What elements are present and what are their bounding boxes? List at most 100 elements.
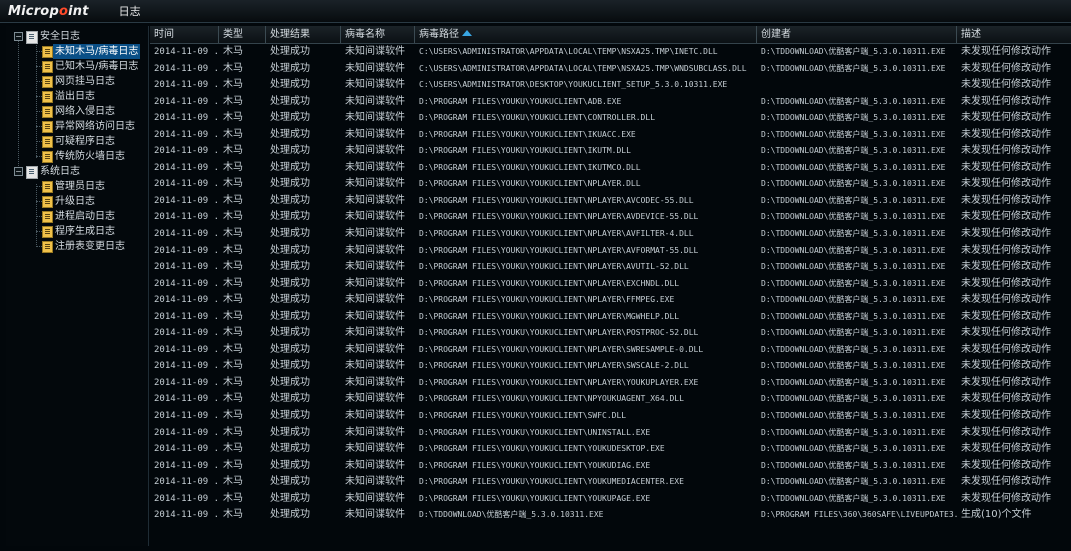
log-file-icon xyxy=(42,76,53,88)
cell-virus-path: D:\PROGRAM FILES\YOUKU\YOUKUCLIENT\NPLAY… xyxy=(419,179,641,189)
tree-item-abnormal-access-log[interactable]: 异常网络访问日志 xyxy=(6,119,148,134)
tree-item-label: 网络入侵日志 xyxy=(55,106,115,117)
column-header-time[interactable]: 时间 xyxy=(150,26,219,43)
table-row[interactable]: 2014-11-09 ... 木马 处理成功 未知间谍软件 D:\TDDOWNLOAD\… xyxy=(150,507,1071,524)
log-file-icon xyxy=(42,61,53,73)
table-row[interactable]: 2014-11-09 ... 木马 处理成功 未知间谍软件 D:\PROGRAM FIL… xyxy=(150,309,1071,326)
table-row[interactable]: 2014-11-09 ... 木马 处理成功 未知间谍软件 C:\USERS\ADMIN… xyxy=(150,44,1071,61)
cell-description: 未发现任何修改动作 xyxy=(961,128,1051,140)
table-row[interactable]: 2014-11-09 ... 木马 处理成功 未知间谍软件 D:\PROGRAM FIL… xyxy=(150,160,1071,177)
cell-time: 2014-11-09 ... xyxy=(154,460,219,471)
tree-item-known-trojan-log[interactable]: 已知木马/病毒日志 xyxy=(6,59,148,74)
table-row[interactable]: 2014-11-09 ... 木马 处理成功 未知间谍软件 C:\USERS\ADMIN… xyxy=(150,77,1071,94)
cell-time: 2014-11-09 ... xyxy=(154,377,219,388)
cell-result: 处理成功 xyxy=(270,95,310,107)
table-row[interactable]: 2014-11-09 ... 木马 处理成功 未知间谍软件 D:\PROGRAM FIL… xyxy=(150,474,1071,491)
cell-virus-path: D:\PROGRAM FILES\YOUKU\YOUKUCLIENT\NPLAY… xyxy=(419,377,699,387)
cell-virus-name: 未知间谍软件 xyxy=(345,360,405,372)
tree-item-webpage-trojan-log[interactable]: 网页挂马日志 xyxy=(6,74,148,89)
table-row[interactable]: 2014-11-09 ... 木马 处理成功 未知间谍软件 D:\PROGRAM FIL… xyxy=(150,259,1071,276)
cell-type: 木马 xyxy=(223,145,243,157)
tree-item-program-generate-log[interactable]: 程序生成日志 xyxy=(6,224,148,239)
table-row[interactable]: 2014-11-09 ... 木马 处理成功 未知间谍软件 D:\PROGRAM FIL… xyxy=(150,143,1071,160)
tree-item-process-start-log[interactable]: 进程启动日志 xyxy=(6,209,148,224)
tree-group-security[interactable]: − 安全日志 xyxy=(6,29,148,44)
table-row[interactable]: 2014-11-09 ... 木马 处理成功 未知间谍软件 D:\PROGRAM FIL… xyxy=(150,176,1071,193)
cell-virus-name: 未知间谍软件 xyxy=(345,294,405,306)
table-row[interactable]: 2014-11-09 ... 木马 处理成功 未知间谍软件 D:\PROGRAM FIL… xyxy=(150,491,1071,508)
cell-time: 2014-11-09 ... xyxy=(154,195,219,206)
cell-virus-name: 未知间谍软件 xyxy=(345,459,405,471)
table-row[interactable]: 2014-11-09 ... 木马 处理成功 未知间谍软件 D:\PROGRAM FIL… xyxy=(150,342,1071,359)
column-header-virus-path[interactable]: 病毒路径 xyxy=(415,26,757,43)
table-row[interactable]: 2014-11-09 ... 木马 处理成功 未知间谍软件 D:\PROGRAM FIL… xyxy=(150,209,1071,226)
tree-item-firewall-log[interactable]: 传统防火墙日志 xyxy=(6,149,148,164)
cell-virus-name: 未知间谍软件 xyxy=(345,161,405,173)
table-row[interactable]: 2014-11-09 ... 木马 处理成功 未知间谍软件 D:\PROGRAM FIL… xyxy=(150,243,1071,260)
table-row[interactable]: 2014-11-09 ... 木马 处理成功 未知间谍软件 D:\PROGRAM FIL… xyxy=(150,193,1071,210)
cell-creator: D:\TDDOWNLOAD\优酷客户端_5.3.0.10311.EXE xyxy=(761,460,946,470)
tree-item-admin-log[interactable]: 管理员日志 xyxy=(6,179,148,194)
table-row[interactable]: 2014-11-09 ... 木马 处理成功 未知间谍软件 D:\PROGRAM FIL… xyxy=(150,408,1071,425)
log-file-icon xyxy=(42,46,53,58)
cell-type: 木马 xyxy=(223,476,243,488)
column-header-description[interactable]: 描述 xyxy=(957,26,1071,43)
collapse-icon[interactable]: − xyxy=(14,32,23,41)
menu-log[interactable]: 日志 xyxy=(119,3,141,19)
table-row[interactable]: 2014-11-09 ... 木马 处理成功 未知间谍软件 D:\PROGRAM FIL… xyxy=(150,391,1071,408)
cell-creator: D:\TDDOWNLOAD\优酷客户端_5.3.0.10311.EXE xyxy=(761,245,946,255)
table-row[interactable]: 2014-11-09 ... 木马 处理成功 未知间谍软件 D:\PROGRAM FIL… xyxy=(150,226,1071,243)
tree-item-registry-change-log[interactable]: 注册表变更日志 xyxy=(6,239,148,254)
table-row[interactable]: 2014-11-09 ... 木马 处理成功 未知间谍软件 D:\PROGRAM FIL… xyxy=(150,325,1071,342)
table-row[interactable]: 2014-11-09 ... 木马 处理成功 未知间谍软件 C:\USERS\ADMIN… xyxy=(150,61,1071,78)
cell-time: 2014-11-09 ... xyxy=(154,311,219,322)
column-header-creator[interactable]: 创建者 xyxy=(757,26,957,43)
cell-time: 2014-11-09 ... xyxy=(154,493,219,504)
tree-item-label: 管理员日志 xyxy=(55,181,105,192)
column-header-type[interactable]: 类型 xyxy=(219,26,266,43)
cell-virus-name: 未知间谍软件 xyxy=(345,426,405,438)
cell-time: 2014-11-09 ... xyxy=(154,427,219,438)
cell-type: 木马 xyxy=(223,410,243,422)
cell-creator: D:\TDDOWNLOAD\优酷客户端_5.3.0.10311.EXE xyxy=(761,311,946,321)
cell-result: 处理成功 xyxy=(270,492,310,504)
cell-time: 2014-11-09 ... xyxy=(154,245,219,256)
tree-group-system[interactable]: − 系统日志 xyxy=(6,164,148,179)
cell-result: 处理成功 xyxy=(270,476,310,488)
table-row[interactable]: 2014-11-09 ... 木马 处理成功 未知间谍软件 D:\PROGRAM FIL… xyxy=(150,375,1071,392)
tree-item-upgrade-log[interactable]: 升级日志 xyxy=(6,194,148,209)
table-row[interactable]: 2014-11-09 ... 木马 处理成功 未知间谍软件 D:\PROGRAM FIL… xyxy=(150,127,1071,144)
cell-description: 未发现任何修改动作 xyxy=(961,327,1051,339)
cell-creator xyxy=(757,77,957,93)
table-row[interactable]: 2014-11-09 ... 木马 处理成功 未知间谍软件 D:\PROGRAM FIL… xyxy=(150,292,1071,309)
tree-item-suspicious-program-log[interactable]: 可疑程序日志 xyxy=(6,134,148,149)
cell-type: 木马 xyxy=(223,294,243,306)
column-header-virus-name[interactable]: 病毒名称 xyxy=(341,26,415,43)
cell-description: 未发现任何修改动作 xyxy=(961,79,1051,91)
cell-time: 2014-11-09 ... xyxy=(154,212,219,223)
cell-description: 未发现任何修改动作 xyxy=(961,443,1051,455)
tree-item-intrusion-log[interactable]: 网络入侵日志 xyxy=(6,104,148,119)
table-row[interactable]: 2014-11-09 ... 木马 处理成功 未知间谍软件 D:\PROGRAM FIL… xyxy=(150,441,1071,458)
tree-item-overflow-log[interactable]: 溢出日志 xyxy=(6,89,148,104)
collapse-icon[interactable]: − xyxy=(14,167,23,176)
cell-virus-path: D:\PROGRAM FILES\YOUKU\YOUKUCLIENT\SWFC.… xyxy=(419,411,627,421)
cell-creator: D:\TDDOWNLOAD\优酷客户端_5.3.0.10311.EXE xyxy=(761,63,946,73)
cell-result: 处理成功 xyxy=(270,211,310,223)
cell-virus-name: 未知间谍软件 xyxy=(345,492,405,504)
cell-description: 未发现任何修改动作 xyxy=(961,277,1051,289)
table-body: 2014-11-09 ...木马处理成功未知间谍软件C:\USERS\ADMIN… xyxy=(150,44,1071,524)
table-row[interactable]: 2014-11-09 ... 木马 处理成功 未知间谍软件 D:\PROGRAM FIL… xyxy=(150,425,1071,442)
cell-creator: D:\TDDOWNLOAD\优酷客户端_5.3.0.10311.EXE xyxy=(761,377,946,387)
cell-type: 木马 xyxy=(223,178,243,190)
table-row[interactable]: 2014-11-09 ... 木马 处理成功 未知间谍软件 D:\PROGRAM FIL… xyxy=(150,110,1071,127)
table-row[interactable]: 2014-11-09 ... 木马 处理成功 未知间谍软件 D:\PROGRAM FIL… xyxy=(150,358,1071,375)
table-row[interactable]: 2014-11-09 ... 木马 处理成功 未知间谍软件 D:\PROGRAM FIL… xyxy=(150,458,1071,475)
table-row[interactable]: 2014-11-09 ... 木马 处理成功 未知间谍软件 D:\PROGRAM FIL… xyxy=(150,94,1071,111)
cell-time: 2014-11-09 ... xyxy=(154,510,219,521)
cell-virus-name: 未知间谍软件 xyxy=(345,261,405,273)
tree-item-unknown-trojan-log[interactable]: 未知木马/病毒日志 xyxy=(6,44,148,59)
column-header-result[interactable]: 处理结果 xyxy=(266,26,341,43)
table-row[interactable]: 2014-11-09 ... 木马 处理成功 未知间谍软件 D:\PROGRAM FIL… xyxy=(150,276,1071,293)
cell-creator: D:\TDDOWNLOAD\优酷客户端_5.3.0.10311.EXE xyxy=(761,262,946,272)
